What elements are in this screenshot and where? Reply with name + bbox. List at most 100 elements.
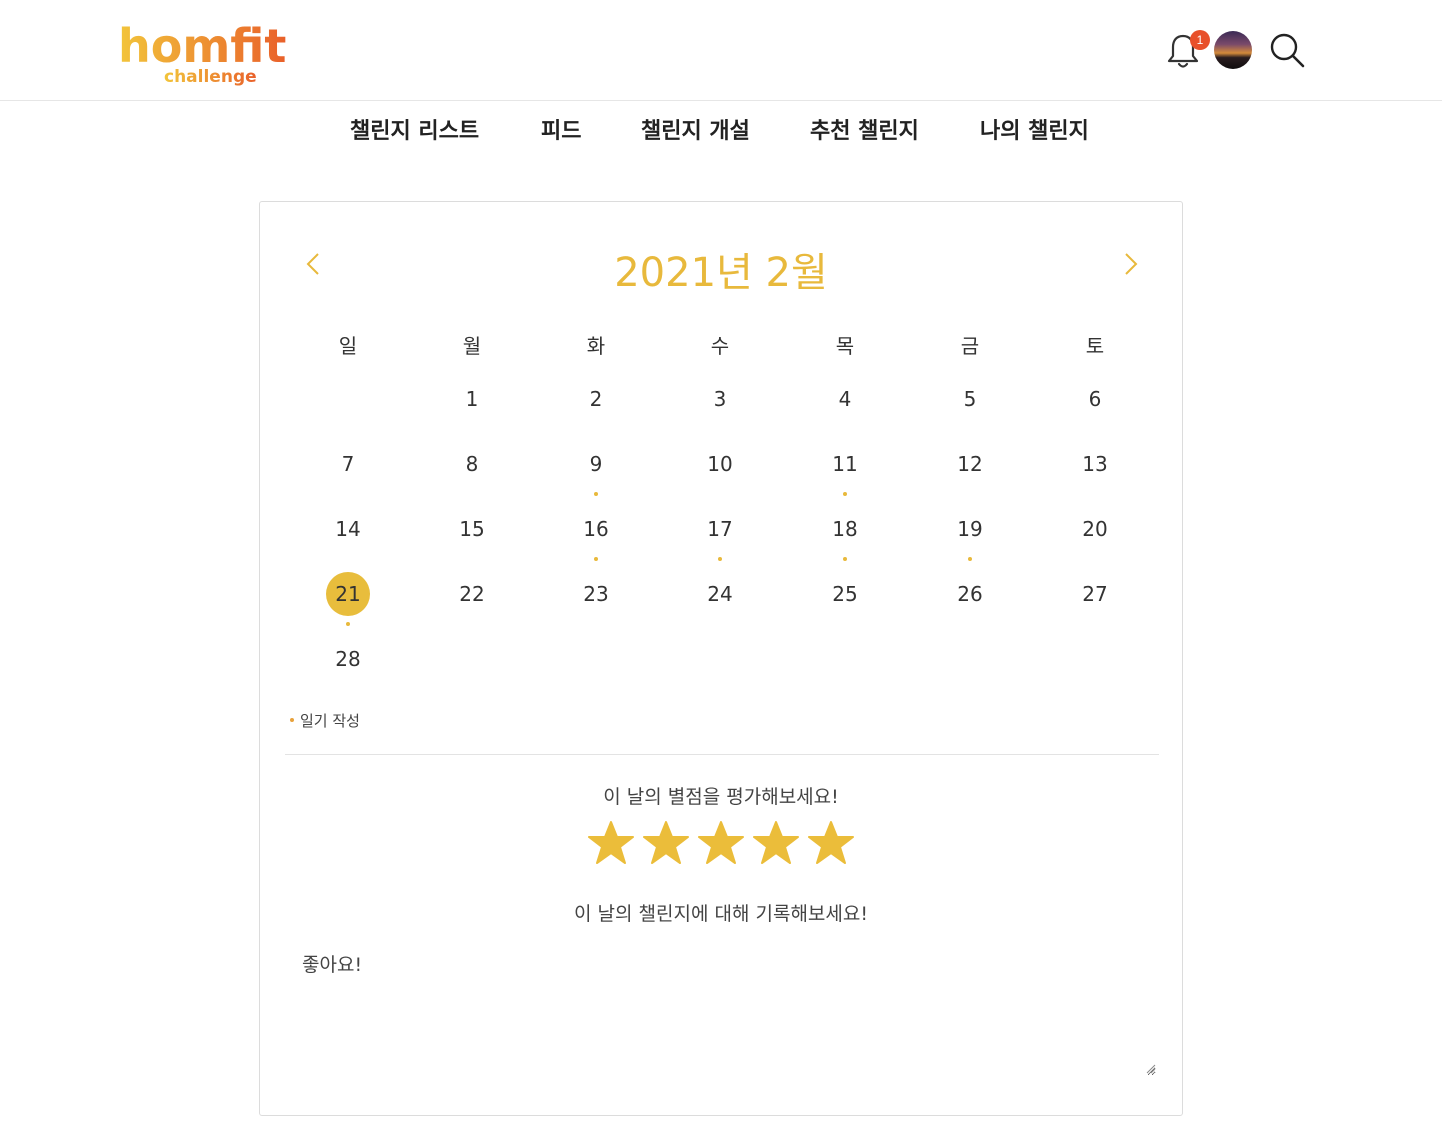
calendar-day[interactable]: 25 <box>815 572 875 622</box>
nav-my-challenge[interactable]: 나의 챌린지 <box>980 113 1089 145</box>
diary-dot-icon <box>594 492 598 496</box>
day-number: 27 <box>1082 582 1108 606</box>
notification-badge: 1 <box>1190 30 1210 50</box>
day-number: 2 <box>589 387 603 411</box>
legend: 일기 작성 <box>290 710 360 731</box>
calendar-day[interactable]: 10 <box>690 442 750 492</box>
next-month-button[interactable] <box>1116 248 1144 280</box>
day-number: 5 <box>963 387 977 411</box>
day-number: 26 <box>957 582 983 606</box>
day-number: 21 <box>326 572 370 616</box>
star-icon[interactable] <box>753 820 799 866</box>
calendar-day-selected[interactable]: 21 <box>318 572 378 626</box>
calendar-day[interactable]: 12 <box>940 442 1000 492</box>
day-number: 1 <box>465 387 479 411</box>
star-icon[interactable] <box>643 820 689 866</box>
user-avatar[interactable] <box>1214 31 1252 69</box>
day-number: 19 <box>957 517 983 541</box>
header-actions: 1 <box>1162 28 1312 72</box>
day-number: 9 <box>589 452 603 476</box>
day-number: 12 <box>957 452 983 476</box>
star-rating[interactable] <box>588 820 858 866</box>
calendar-day[interactable]: 27 <box>1065 572 1125 622</box>
weekday-label: 일 <box>338 334 358 358</box>
diary-card: 2021년 2월 일월화수목금토 1 2 3 4 5 6 7 8 9 10 11 12 13 14 15 16… <box>259 201 1183 1116</box>
calendar-day[interactable]: 19 <box>940 507 1000 561</box>
calendar-day[interactable]: 6 <box>1065 377 1125 427</box>
day-number: 16 <box>583 517 609 541</box>
calendar-day[interactable]: 5 <box>940 377 1000 427</box>
homfit-logo[interactable]: homfit challenge <box>118 18 300 90</box>
diary-dot-icon <box>346 622 350 626</box>
month-title: 2021년 2월 <box>614 250 828 296</box>
main-nav: 챌린지 리스트 피드 챌린지 개설 추천 챌린지 나의 챌린지 <box>0 101 1442 157</box>
day-number: 20 <box>1082 517 1108 541</box>
day-number: 11 <box>832 452 858 476</box>
nav-recommended-challenge[interactable]: 추천 챌린지 <box>810 113 919 145</box>
calendar-day[interactable]: 2 <box>566 377 626 427</box>
top-header: homfit challenge 1 <box>0 0 1442 101</box>
star-icon[interactable] <box>808 820 854 866</box>
day-number: 23 <box>583 582 609 606</box>
calendar-day[interactable]: 22 <box>442 572 502 622</box>
day-number: 24 <box>707 582 733 606</box>
search-icon[interactable] <box>1268 31 1306 69</box>
weekday-label: 수 <box>710 334 730 358</box>
weekday-label: 월 <box>462 334 482 358</box>
star-icon[interactable] <box>698 820 744 866</box>
calendar-day[interactable]: 15 <box>442 507 502 557</box>
record-prompt: 이 날의 챌린지에 대해 기록해보세요! <box>574 903 868 925</box>
chevron-right-icon <box>1125 253 1138 275</box>
calendar-day[interactable]: 20 <box>1065 507 1125 557</box>
calendar-day[interactable]: 8 <box>442 442 502 492</box>
day-number: 4 <box>838 387 852 411</box>
day-number: 22 <box>459 582 485 606</box>
calendar-day[interactable]: 13 <box>1065 442 1125 492</box>
diary-dot-icon <box>594 557 598 561</box>
day-number: 10 <box>707 452 733 476</box>
weekday-label: 목 <box>835 334 855 358</box>
weekday-label: 금 <box>960 334 980 358</box>
day-number: 7 <box>341 452 355 476</box>
diary-dot-icon <box>843 492 847 496</box>
day-number: 14 <box>335 517 361 541</box>
diary-dot-icon <box>290 717 294 722</box>
calendar-day[interactable]: 17 <box>690 507 750 561</box>
calendar-day[interactable]: 11 <box>815 442 875 496</box>
calendar-day[interactable]: 9 <box>566 442 626 496</box>
day-number: 18 <box>832 517 858 541</box>
day-number: 25 <box>832 582 858 606</box>
calendar-day[interactable]: 18 <box>815 507 875 561</box>
logo-main-text: homfit <box>118 19 286 73</box>
nav-open-challenge[interactable]: 챌린지 개설 <box>641 113 750 145</box>
day-number: 6 <box>1088 387 1102 411</box>
day-number: 15 <box>459 517 485 541</box>
calendar-day[interactable]: 4 <box>815 377 875 427</box>
day-number: 13 <box>1082 452 1108 476</box>
calendar-day[interactable]: 24 <box>690 572 750 622</box>
notification-bell-icon[interactable]: 1 <box>1166 30 1210 70</box>
nav-challenge-list[interactable]: 챌린지 리스트 <box>350 113 479 145</box>
day-number: 28 <box>335 647 361 671</box>
record-textarea[interactable]: 좋아요! <box>290 942 1156 1076</box>
calendar-day[interactable]: 14 <box>318 507 378 557</box>
calendar-day[interactable]: 1 <box>442 377 502 427</box>
rating-prompt: 이 날의 별점을 평가해보세요! <box>603 786 839 808</box>
star-icon[interactable] <box>588 820 634 866</box>
calendar-day[interactable]: 16 <box>566 507 626 561</box>
day-number: 3 <box>713 387 727 411</box>
calendar-day[interactable]: 7 <box>318 442 378 492</box>
calendar-day[interactable]: 28 <box>318 637 378 687</box>
nav-feed[interactable]: 피드 <box>541 113 581 145</box>
calendar-day[interactable]: 3 <box>690 377 750 427</box>
calendar-day[interactable]: 26 <box>940 572 1000 622</box>
weekday-label: 화 <box>586 334 606 358</box>
day-number: 17 <box>707 517 733 541</box>
diary-dot-icon <box>718 557 722 561</box>
calendar-day[interactable]: 23 <box>566 572 626 622</box>
logo-sub-text: challenge <box>164 67 257 87</box>
weekday-label: 토 <box>1085 334 1105 358</box>
day-number: 8 <box>465 452 479 476</box>
legend-label: 일기 작성 <box>300 712 360 730</box>
resize-handle-icon[interactable] <box>1146 1064 1156 1074</box>
